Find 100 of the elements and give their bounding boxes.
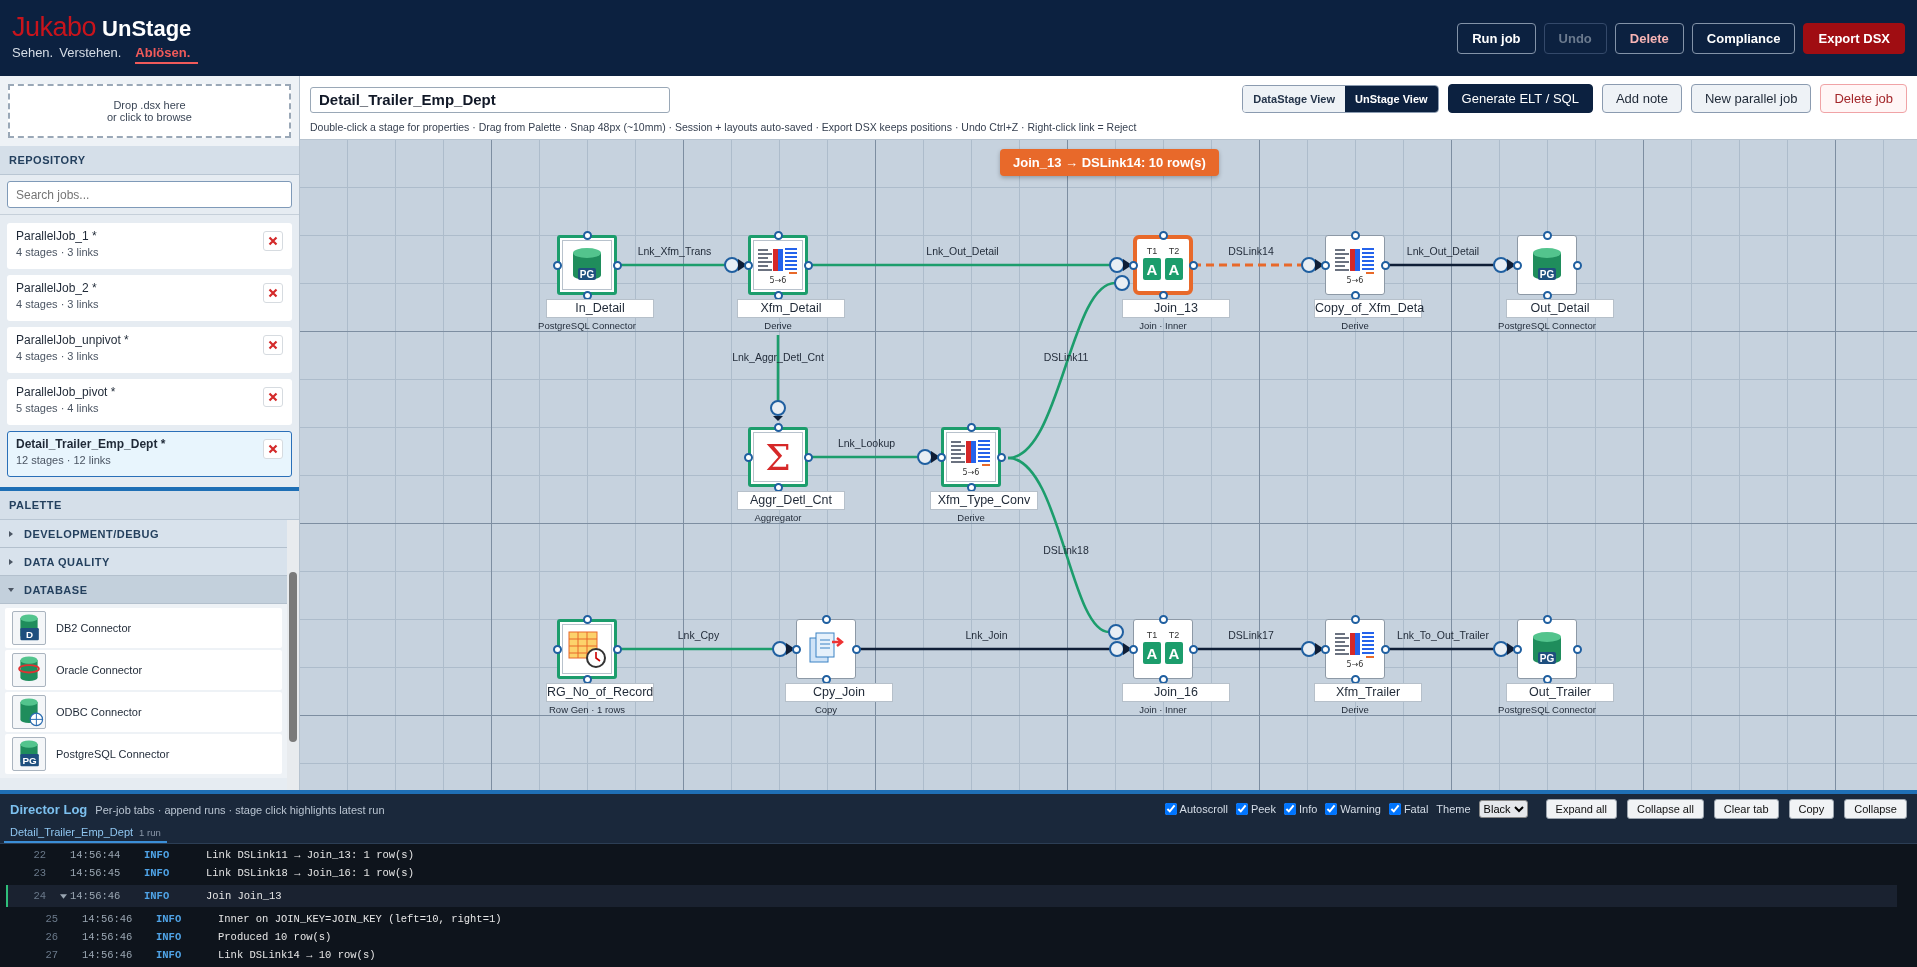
port-handle[interactable] [1128,644,1138,654]
port-handle[interactable] [1158,230,1168,240]
caret-icon[interactable] [59,892,67,900]
search-field[interactable]: Search jobs... [7,181,292,208]
log-row[interactable]: 22 14:56:44 INFO Link DSLink11 → Join_13: 1 row(s) [0,846,1917,864]
port-handle[interactable] [791,644,801,654]
job-item[interactable]: ParallelJob_2 * 4 stages · 3 links [7,275,292,321]
job-item[interactable]: ParallelJob_1 * 4 stages · 3 links [7,223,292,269]
port-handle[interactable] [1320,260,1330,270]
port-handle[interactable] [582,614,592,624]
dropzone[interactable]: Drop .dsx here or click to browse [8,84,291,138]
toolbar-button[interactable]: Add note [1601,84,1682,113]
filter-checkbox[interactable] [1164,802,1177,815]
port-handle[interactable] [851,644,861,654]
palette-item[interactable]: ODBC Connector [5,692,282,732]
palette-category[interactable]: DATABASE [0,576,287,604]
delete-button[interactable] [263,231,283,251]
delete-button[interactable] [263,283,283,303]
port-handle[interactable] [1380,644,1390,654]
port-handle[interactable] [552,644,562,654]
log-button[interactable]: Clear tab [1713,798,1779,819]
palette-category[interactable]: DEVELOPMENT/DEBUG [0,520,287,548]
port-handle[interactable] [1380,260,1390,270]
header-button[interactable]: Compliance [1691,22,1796,54]
theme-select[interactable]: Black [1478,799,1528,818]
port-handle[interactable] [1350,614,1360,624]
palette-category[interactable]: DATA QUALITY [0,548,287,576]
port-handle[interactable] [996,452,1006,462]
port-handle[interactable] [773,422,783,432]
stage-node[interactable] [796,619,856,679]
port-handle[interactable] [1512,644,1522,654]
stage-node[interactable]: PG [1517,235,1577,295]
delete-button[interactable] [263,387,283,407]
port-handle[interactable] [1128,260,1138,270]
toolbar-button[interactable]: New parallel job [1690,84,1812,113]
stage-node[interactable]: PG [557,235,617,295]
port-handle[interactable] [1320,644,1330,654]
port-handle[interactable] [821,614,831,624]
port-handle[interactable] [1158,614,1168,624]
close-icon[interactable] [268,444,278,454]
port-handle[interactable] [743,452,753,462]
port-handle[interactable] [1188,644,1198,654]
log-button[interactable]: Expand all [1545,798,1617,819]
stage-node[interactable]: PG [1517,619,1577,679]
filter-checkbox[interactable] [1283,802,1296,815]
log-tab[interactable]: Detail_Trailer_Emp_Dept 1 run [4,826,167,843]
header-button[interactable]: Run job [1457,22,1536,54]
port-handle[interactable] [773,230,783,240]
port-handle[interactable] [612,260,622,270]
log-row[interactable]: 24 14:56:46 INFO Join Join_13 [6,885,1897,907]
log-button[interactable]: Copy [1788,798,1835,819]
port-handle[interactable] [803,260,813,270]
stage-node[interactable] [557,619,617,679]
job-item[interactable]: ParallelJob_pivot * 5 stages · 4 links [7,379,292,425]
port-handle[interactable] [1542,614,1552,624]
port-handle[interactable] [1572,260,1582,270]
view-toggle[interactable]: DataStage View [1243,85,1346,112]
port-handle[interactable] [1188,260,1198,270]
close-icon[interactable] [268,340,278,350]
filter-checkbox[interactable] [1325,802,1338,815]
close-icon[interactable] [268,392,278,402]
port-handle[interactable] [803,452,813,462]
port-handle[interactable] [1542,230,1552,240]
palette-item[interactable]: D DB2 Connector [5,608,282,648]
close-icon[interactable] [268,236,278,246]
stage-node[interactable]: 5→6 [1325,235,1385,295]
stage-node[interactable]: T1 A T2 A [1133,619,1193,679]
close-icon[interactable] [268,288,278,298]
delete-button[interactable] [263,439,283,459]
header-button[interactable]: Delete [1614,22,1684,54]
palette-item[interactable]: PG PostgreSQL Connector [5,734,282,774]
filter-checkbox[interactable] [1235,802,1248,815]
port-handle[interactable] [612,644,622,654]
port-handle[interactable] [936,452,946,462]
view-toggle[interactable]: UnStage View [1345,85,1438,112]
stage-node[interactable]: T1 A T2 A [1133,235,1193,295]
filter-checkbox[interactable] [1388,802,1401,815]
stage-node[interactable]: Σ [748,427,808,487]
log-button[interactable]: Collapse all [1627,798,1704,819]
scrollbar[interactable] [287,520,299,790]
toolbar-button[interactable]: Generate ELT / SQL [1447,84,1593,113]
port-handle[interactable] [1350,230,1360,240]
port-handle[interactable] [582,230,592,240]
job-item[interactable]: Detail_Trailer_Emp_Dept * 12 stages · 12 links [7,431,292,477]
job-name-field[interactable]: Detail_Trailer_Emp_Dept [310,86,670,113]
log-button[interactable]: Collapse [1844,798,1907,819]
job-item[interactable]: ParallelJob_unpivot * 4 stages · 3 links [7,327,292,373]
port-handle[interactable] [1512,260,1522,270]
log-row[interactable]: 23 14:56:45 INFO Link DSLink18 → Join_16: 1 row(s) [0,864,1917,882]
port-handle[interactable] [743,260,753,270]
header-button[interactable]: Export DSX [1803,22,1905,54]
stage-node[interactable]: 5→6 [748,235,808,295]
port-handle[interactable] [552,260,562,270]
delete-button[interactable] [263,335,283,355]
toolbar-button[interactable]: Delete job [1820,84,1907,113]
stage-node[interactable]: 5→6 [941,427,1001,487]
port-handle[interactable] [1572,644,1582,654]
port-handle[interactable] [966,422,976,432]
stage-node[interactable]: 5→6 [1325,619,1385,679]
palette-item[interactable]: Oracle Connector [5,650,282,690]
